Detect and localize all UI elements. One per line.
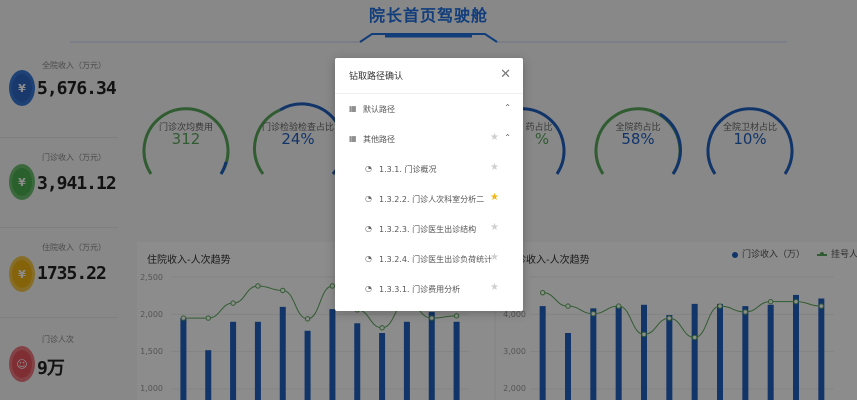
group-label: 默认路径: [363, 105, 395, 114]
pie-chart-icon: ◔: [365, 284, 372, 293]
pie-chart-icon: ◔: [365, 254, 372, 263]
chevron-up-icon[interactable]: ⌃: [504, 103, 511, 112]
pie-chart-icon: ◔: [365, 164, 372, 173]
path-label: 1.3.1. 门诊概况: [379, 165, 437, 174]
path-label: 1.3.2.4. 门诊医生出诊负荷统计: [379, 255, 493, 264]
path-label: 1.3.3.1. 门诊费用分析: [379, 285, 461, 294]
grid-icon: ▦: [349, 104, 357, 113]
star-icon[interactable]: ★: [490, 162, 499, 173]
star-icon[interactable]: ★: [490, 282, 499, 293]
dialog-title: 钻取路径确认: [349, 72, 404, 82]
dialog-header: 钻取路径确认 ✕: [335, 58, 523, 94]
path-item[interactable]: ◔ 1.3.2.2. 门诊人次科室分析二 ★: [335, 184, 523, 214]
path-item[interactable]: ◔ 1.3.3.1. 门诊费用分析 ★: [335, 274, 523, 304]
path-item[interactable]: ◔ 1.3.2.4. 门诊医生出诊负荷统计 ★: [335, 244, 523, 274]
close-icon[interactable]: ✕: [500, 67, 511, 82]
group-default-path[interactable]: ▦ 默认路径 ⌃: [335, 94, 523, 124]
path-item[interactable]: ◔ 1.3.1. 门诊概况 ★: [335, 154, 523, 184]
star-icon-active[interactable]: ★: [490, 192, 499, 203]
star-icon[interactable]: ★: [490, 222, 499, 233]
path-item[interactable]: ◔ 1.3.2.3. 门诊医生出诊结构 ★: [335, 214, 523, 244]
star-icon[interactable]: ★: [490, 252, 499, 263]
group-other-path[interactable]: ▦ 其他路径 ★ ⌃: [335, 124, 523, 154]
group-label: 其他路径: [363, 135, 395, 144]
drill-path-dialog: 钻取路径确认 ✕ ▦ 默认路径 ⌃ ▦ 其他路径 ★ ⌃ ◔ 1.3.1. 门诊…: [335, 58, 523, 311]
pie-chart-icon: ◔: [365, 194, 372, 203]
path-label: 1.3.2.3. 门诊医生出诊结构: [379, 225, 477, 234]
chevron-up-icon[interactable]: ⌃: [504, 133, 511, 142]
pie-chart-icon: ◔: [365, 224, 372, 233]
path-label: 1.3.2.2. 门诊人次科室分析二: [379, 195, 485, 204]
star-icon[interactable]: ★: [490, 132, 499, 143]
grid-icon: ▦: [349, 134, 357, 143]
